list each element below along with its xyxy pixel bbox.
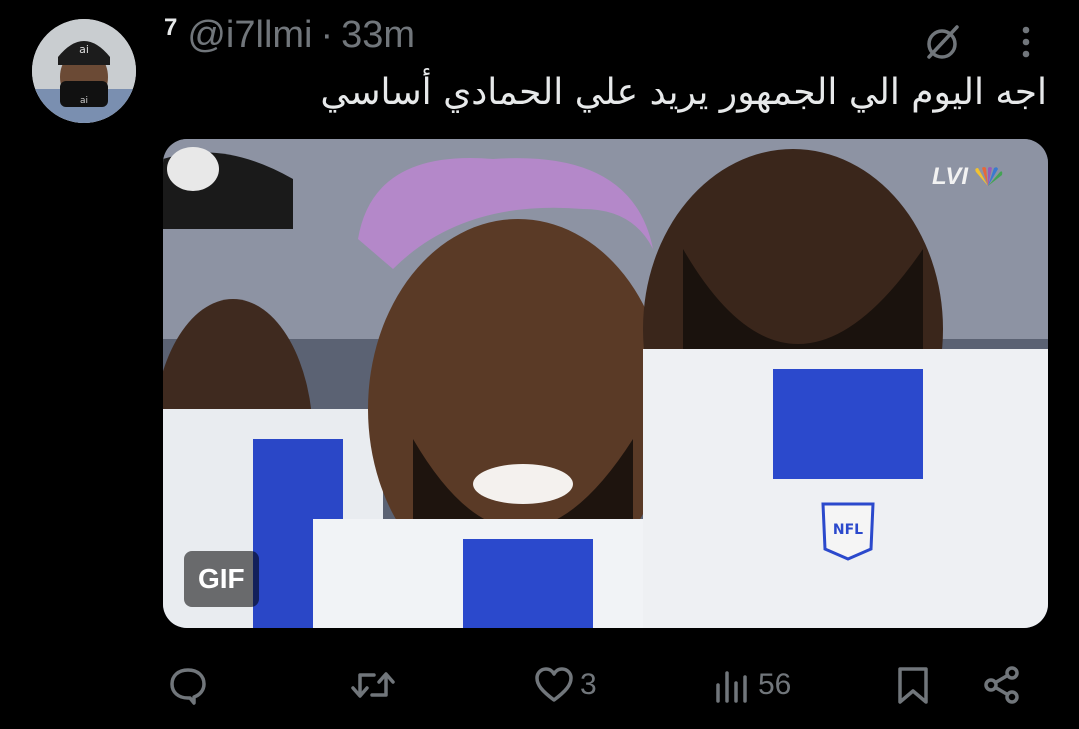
timestamp[interactable]: 33m xyxy=(341,14,415,57)
tweet-media[interactable]: NFL LVI GIF xyxy=(163,139,1048,628)
peacock-icon xyxy=(975,167,1003,186)
avatar-text: ai xyxy=(79,43,89,56)
broadcast-logo-text: LVI xyxy=(931,163,968,190)
tweet-text: اجه اليوم الي الجمهور يريد علي الحمادي أ… xyxy=(320,72,1047,113)
rank-number: 7 xyxy=(164,14,178,41)
views-icon xyxy=(716,671,747,703)
bookmark-button[interactable] xyxy=(895,655,931,715)
views-count: 56 xyxy=(758,668,792,701)
avatar-image: ai ai xyxy=(32,19,136,123)
gif-image: NFL xyxy=(163,139,1048,628)
gif-badge: GIF xyxy=(184,551,259,607)
action-bar: 3 56 xyxy=(0,655,1079,715)
share-icon xyxy=(984,666,1019,704)
like-button[interactable]: 3 xyxy=(534,655,597,715)
avatar[interactable]: ai ai xyxy=(32,19,136,123)
svg-text:ai: ai xyxy=(80,96,88,106)
grok-icon[interactable] xyxy=(918,18,966,66)
share-button[interactable] xyxy=(982,655,1022,715)
like-count: 3 xyxy=(580,668,597,701)
tweet-header: 7 @i7llmi · 33m xyxy=(164,14,415,57)
retweet-button[interactable] xyxy=(350,655,402,715)
bookmark-icon xyxy=(898,667,928,704)
views-button[interactable]: 56 xyxy=(712,655,791,715)
nfl-logo: NFL xyxy=(833,522,863,538)
reply-button[interactable] xyxy=(168,655,214,715)
retweet-icon xyxy=(351,672,395,698)
tweet: ai ai 7 @i7llmi · 33m اجه اليوم الي الجم… xyxy=(0,0,1079,729)
more-icon[interactable] xyxy=(1006,20,1046,64)
reply-icon xyxy=(170,668,206,705)
broadcast-logo: LVI xyxy=(932,163,1004,191)
user-handle[interactable]: @i7llmi xyxy=(187,14,312,57)
separator: · xyxy=(320,14,334,56)
heart-icon xyxy=(535,667,573,702)
